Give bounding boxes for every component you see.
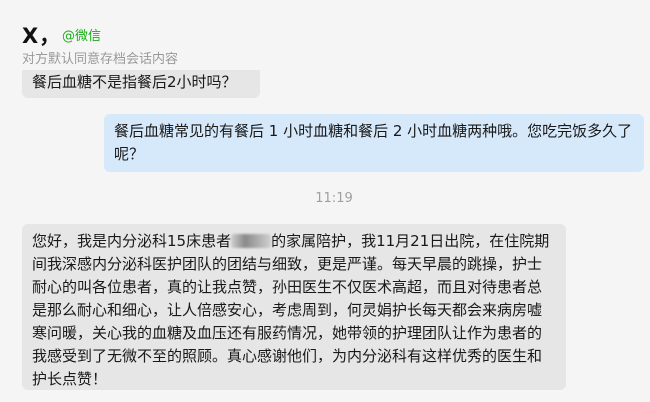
- message-text: 餐后血糖不是指餐后2小时吗？: [32, 73, 237, 91]
- message-text-part1: 您好，我是内分泌科15床患者: [32, 232, 232, 250]
- archive-consent-notice: 对方默认同意存档会话内容: [22, 52, 179, 67]
- message-text: 餐后血糖常见的有餐后 1 小时血糖和餐后 2 小时血糖两种哦。您吃完饭多久了呢？: [114, 122, 633, 163]
- message-timestamp: 11:19: [315, 191, 353, 206]
- contact-name[interactable]: X，: [22, 20, 61, 50]
- message-text-part2: 的家属陪护，我11月21日出院，在住院期间我深感内分泌科医护团队的团结与细致，更…: [32, 232, 550, 388]
- chat-header: X， @微信 对方默认同意存档会话内容: [0, 0, 650, 70]
- message-bubble-sent[interactable]: 餐后血糖常见的有餐后 1 小时血糖和餐后 2 小时血糖两种哦。您吃完饭多久了呢？: [104, 114, 644, 172]
- redacted-name: [231, 234, 272, 248]
- wechat-source-tag: @微信: [62, 29, 102, 44]
- message-bubble-received[interactable]: 您好，我是内分泌科15床患者 的家属陪护，我11月21日出院，在住院期间我深感内分…: [22, 224, 566, 390]
